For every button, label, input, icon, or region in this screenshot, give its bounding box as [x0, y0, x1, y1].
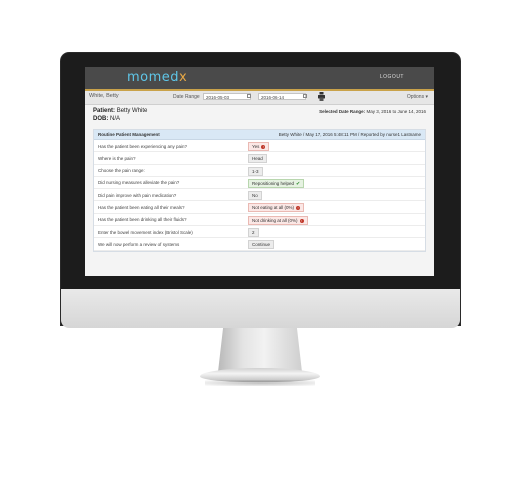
- answer-chip[interactable]: Not drinking at all (0%)!: [248, 215, 308, 225]
- monitor-chin: [61, 289, 460, 328]
- calendar-icon[interactable]: [247, 94, 251, 98]
- monitor-stand-neck: [218, 328, 302, 372]
- question-row: Enter the bowel movement index (Bristol …: [94, 226, 425, 239]
- start-date-input[interactable]: 2016-05-03: [203, 93, 251, 100]
- check-icon: ✔: [296, 180, 301, 187]
- question-row: Has the patient been drinking all their …: [94, 214, 425, 227]
- answer-text: 1-3: [252, 168, 259, 174]
- answer-text: Repositioning helped: [252, 180, 295, 186]
- question-text: Where is the pain?: [98, 155, 136, 161]
- answer-chip[interactable]: Yes!: [248, 142, 270, 151]
- patient-selector[interactable]: White, Betty: [89, 93, 119, 99]
- alert-icon: !: [296, 206, 301, 211]
- patient-info: Patient: Betty White DOB: N/A Selected D…: [85, 105, 434, 129]
- answer-text: Yes: [252, 144, 260, 149]
- dob-label: DOB:: [93, 115, 109, 122]
- question-text: Enter the bowel movement index (Bristol …: [98, 229, 193, 235]
- question-row: Did nursing measures alleviate the pain?…: [94, 177, 425, 190]
- answer-text: Not drinking at all (0%): [252, 217, 298, 223]
- logo-text: momed: [127, 70, 180, 85]
- answer-chip[interactable]: 2: [248, 228, 259, 238]
- answer-chip[interactable]: Head: [248, 154, 267, 164]
- question-text: Did pain improve with pain medication?: [98, 192, 177, 198]
- question-row: Did pain improve with pain medication? N…: [94, 189, 425, 202]
- selected-range-label: Selected Date Range:: [319, 109, 366, 114]
- assessment-card: Routine Patient Management Betty White /…: [93, 129, 426, 252]
- answer-text: Not eating at all (0%): [252, 205, 295, 211]
- answer-chip[interactable]: No: [248, 191, 262, 201]
- answer-text: 2: [252, 230, 255, 236]
- options-menu[interactable]: Options ▾: [407, 94, 428, 100]
- app-logo[interactable]: momedx: [127, 70, 187, 85]
- question-row: Choose the pain range: 1-3: [94, 165, 425, 177]
- calendar-icon[interactable]: [303, 94, 307, 98]
- question-row: We will now perform a review of systems …: [94, 238, 425, 251]
- answer-chip[interactable]: Repositioning helped ✔: [248, 178, 305, 188]
- question-text: Choose the pain range:: [98, 168, 145, 174]
- filter-bar: White, Betty Date Range 2016-05-03 2016-…: [85, 91, 434, 105]
- card-title: Routine Patient Management: [98, 132, 160, 137]
- date-range-label: Date Range: [173, 94, 200, 100]
- stand-shadow: [205, 380, 315, 386]
- end-date-input[interactable]: 2016-06-14: [258, 93, 306, 100]
- logout-link[interactable]: LOGOUT: [380, 74, 404, 80]
- print-icon[interactable]: [318, 92, 325, 101]
- patient-label: Patient:: [93, 108, 116, 114]
- dob-value: N/A: [110, 115, 121, 122]
- dob-line: DOB: N/A: [93, 116, 426, 124]
- app-screen: momedx LOGOUT White, Betty Date Range 20…: [85, 67, 434, 276]
- selected-date-range: Selected Date Range: May 3, 2016 to June…: [319, 109, 426, 114]
- question-row: Where is the pain? Head: [94, 152, 425, 165]
- question-text: Has the patient been drinking all their …: [98, 217, 187, 223]
- continue-button[interactable]: Continue: [248, 240, 275, 250]
- question-row: Has the patient been eating all their me…: [94, 201, 425, 214]
- answer-chip[interactable]: Not eating at all (0%)!: [248, 203, 305, 213]
- card-header[interactable]: Routine Patient Management Betty White /…: [94, 130, 425, 140]
- answer-text: No: [252, 193, 258, 199]
- patient-name: Betty White: [116, 108, 148, 114]
- question-text: Has the patient been experiencing any pa…: [98, 143, 188, 149]
- card-meta: Betty White / May 17, 2016 5:48:11 PM / …: [278, 132, 421, 137]
- alert-icon: !: [299, 218, 304, 223]
- top-bar: momedx LOGOUT: [85, 67, 434, 91]
- answer-chip[interactable]: 1-3: [248, 166, 263, 176]
- question-text: Did nursing measures alleviate the pain?: [98, 180, 180, 186]
- alert-icon: !: [261, 145, 266, 149]
- selected-range-value: May 3, 2016 to June 14, 2016: [366, 109, 426, 114]
- logo-accent: x: [179, 70, 188, 85]
- question-text: Has the patient been eating all their me…: [98, 204, 185, 210]
- question-text: We will now perform a review of systems: [98, 241, 180, 247]
- answer-text: Continue: [252, 242, 271, 248]
- question-row: Has the patient been experiencing any pa…: [94, 140, 425, 153]
- answer-text: Head: [252, 156, 263, 162]
